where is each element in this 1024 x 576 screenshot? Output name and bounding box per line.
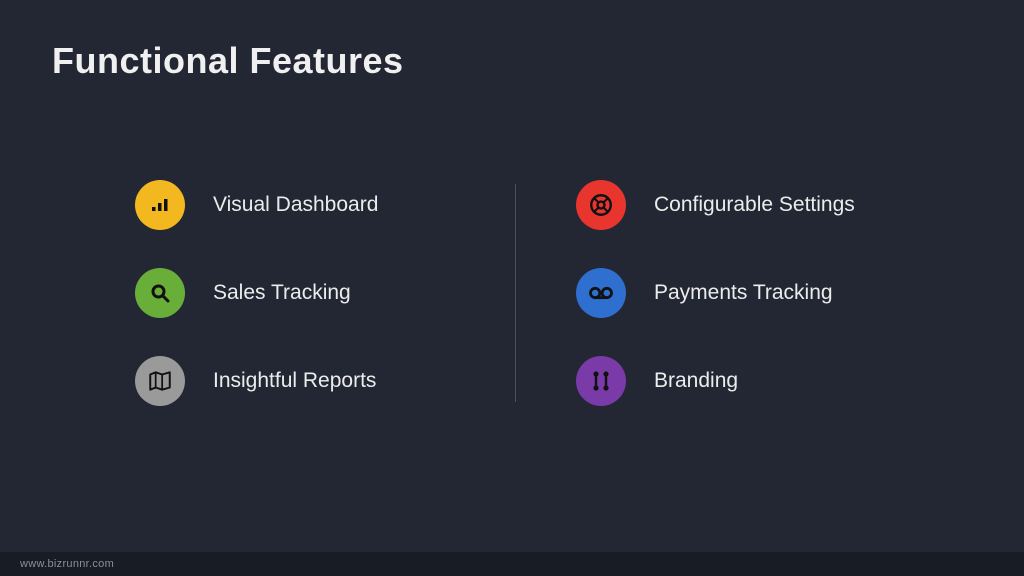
map-icon <box>135 356 185 406</box>
feature-insightful-reports: Insightful Reports <box>135 356 505 406</box>
feature-payments-tracking: Payments Tracking <box>576 268 934 318</box>
feature-label: Branding <box>654 369 738 393</box>
feature-label: Sales Tracking <box>213 281 351 305</box>
page-title: Functional Features <box>52 40 404 82</box>
feature-label: Insightful Reports <box>213 369 376 393</box>
footer-url: www.bizrunnr.com <box>20 558 114 570</box>
lifebuoy-icon <box>576 180 626 230</box>
feature-label: Payments Tracking <box>654 281 833 305</box>
footer-bar: www.bizrunnr.com <box>0 552 1024 576</box>
feature-configurable-settings: Configurable Settings <box>576 180 934 230</box>
feature-sales-tracking: Sales Tracking <box>135 268 505 318</box>
voicemail-icon <box>576 268 626 318</box>
bar-chart-icon <box>135 180 185 230</box>
feature-branding: Branding <box>576 356 934 406</box>
pull-request-icon <box>576 356 626 406</box>
feature-label: Visual Dashboard <box>213 193 378 217</box>
column-right: Configurable Settings Payments Tracking <box>576 180 934 406</box>
feature-columns: Visual Dashboard Sales Tracking Insightf… <box>135 180 934 406</box>
search-icon <box>135 268 185 318</box>
vertical-divider <box>515 184 516 402</box>
feature-label: Configurable Settings <box>654 193 855 217</box>
column-left: Visual Dashboard Sales Tracking Insightf… <box>135 180 505 406</box>
feature-visual-dashboard: Visual Dashboard <box>135 180 505 230</box>
